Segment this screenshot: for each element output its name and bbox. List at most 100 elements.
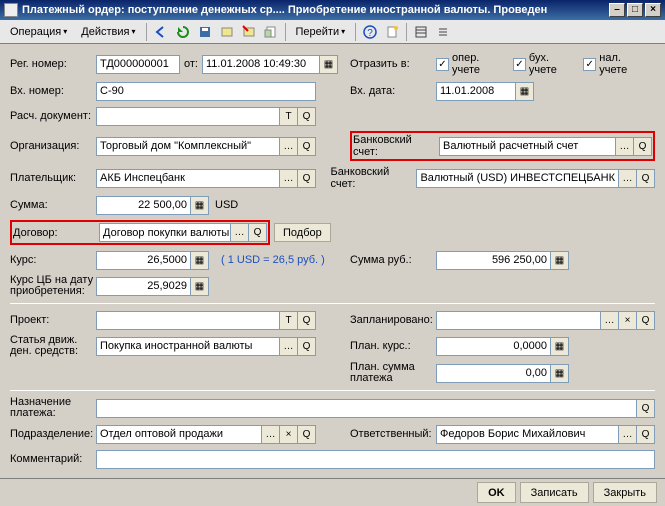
label-payer: Плательщик: — [10, 172, 96, 184]
save-icon[interactable] — [195, 22, 215, 42]
label-from: от: — [184, 58, 198, 70]
select-t-icon[interactable]: T — [280, 311, 298, 330]
field-comment[interactable] — [96, 450, 655, 469]
post2-icon[interactable] — [239, 22, 259, 42]
ellipsis-icon[interactable]: … — [280, 137, 298, 156]
field-amount[interactable]: 22 500,00 — [96, 196, 191, 215]
label-in-no: Вх. номер: — [10, 85, 96, 97]
label-responsible: Ответственный: — [350, 428, 436, 440]
field-contract[interactable]: Договор покупки валюты — [99, 223, 231, 242]
field-amount-rub[interactable]: 596 250,00 — [436, 251, 551, 270]
calc-icon[interactable]: ▦ — [551, 364, 569, 383]
search-icon[interactable]: Q — [298, 425, 316, 444]
window-title: Платежный ордер: поступление денежных ср… — [22, 4, 609, 16]
search-icon[interactable]: Q — [637, 169, 655, 188]
label-plan-rate: План. курс.: — [350, 340, 436, 352]
field-reg-date[interactable]: 11.01.2008 10:49:30 — [202, 55, 320, 74]
list-icon[interactable] — [433, 22, 453, 42]
field-rate[interactable]: 26,5000 — [96, 251, 191, 270]
search-icon[interactable]: Q — [298, 337, 316, 356]
search-icon[interactable]: Q — [298, 169, 316, 188]
search-icon[interactable]: Q — [634, 137, 652, 156]
ellipsis-icon[interactable]: … — [280, 169, 298, 188]
label-in-date: Вх. дата: — [350, 85, 436, 97]
label-rate: Курс: — [10, 254, 96, 266]
field-reg-no[interactable]: ТД000000001 — [96, 55, 180, 74]
label-plan-amount: План. сумма платежа — [350, 362, 436, 384]
ellipsis-icon[interactable]: … — [601, 311, 619, 330]
field-cash-item[interactable]: Покупка иностранной валюты — [96, 337, 280, 356]
label-cash-item: Статья движ. ден. средств: — [10, 335, 96, 357]
layout-icon[interactable] — [411, 22, 431, 42]
nav-back-icon[interactable] — [151, 22, 171, 42]
ellipsis-icon[interactable]: … — [231, 223, 249, 242]
clear-icon[interactable]: × — [280, 425, 298, 444]
search-icon[interactable]: Q — [298, 311, 316, 330]
search-icon[interactable]: Q — [298, 107, 316, 126]
basis-icon[interactable] — [261, 22, 281, 42]
field-bank-acc2[interactable]: Валютный (USD) ИНВЕСТСПЕЦБАНК — [416, 169, 619, 188]
ellipsis-icon[interactable]: … — [262, 425, 280, 444]
ellipsis-icon[interactable]: … — [619, 169, 637, 188]
calc-icon[interactable]: ▦ — [191, 196, 209, 215]
label-project: Проект: — [10, 314, 96, 326]
help-icon[interactable]: ? — [360, 22, 380, 42]
field-payer[interactable]: АКБ Инспецбанк — [96, 169, 280, 188]
ellipsis-icon[interactable]: … — [616, 137, 634, 156]
label-reg-no: Рег. номер: — [10, 58, 96, 70]
label-bank-acc2: Банковский счет: — [330, 166, 416, 190]
field-cb-rate[interactable]: 25,9029 — [96, 277, 191, 296]
ellipsis-icon[interactable]: … — [280, 337, 298, 356]
field-calc-doc[interactable] — [96, 107, 280, 126]
check-nal[interactable]: ✓ — [583, 58, 596, 71]
field-planned[interactable] — [436, 311, 601, 330]
field-bank-acc1[interactable]: Валютный расчетный счет — [439, 137, 616, 156]
field-purpose[interactable] — [96, 399, 637, 418]
calc-icon[interactable]: ▦ — [551, 251, 569, 270]
calendar-icon[interactable]: ▦ — [516, 82, 534, 101]
close-form-button[interactable]: Закрыть — [593, 482, 657, 503]
menu-goto[interactable]: Перейти▾ — [290, 24, 352, 40]
menu-actions[interactable]: Действия▾ — [75, 24, 141, 40]
wizard-icon[interactable] — [382, 22, 402, 42]
field-project[interactable] — [96, 311, 280, 330]
search-icon[interactable]: Q — [637, 311, 655, 330]
field-responsible[interactable]: Федоров Борис Михайлович — [436, 425, 619, 444]
svg-text:?: ? — [367, 28, 373, 39]
field-plan-rate[interactable]: 0,0000 — [436, 337, 551, 356]
field-in-no[interactable]: С-90 — [96, 82, 316, 101]
select-t-icon[interactable]: T — [280, 107, 298, 126]
post-icon[interactable] — [217, 22, 237, 42]
check-oper[interactable]: ✓ — [436, 58, 449, 71]
search-icon[interactable]: Q — [249, 223, 267, 242]
footer: OK Записать Закрыть — [0, 478, 665, 506]
maximize-button[interactable]: □ — [627, 3, 643, 17]
calc-icon[interactable]: ▦ — [191, 277, 209, 296]
field-org[interactable]: Торговый дом "Комплексный" — [96, 137, 280, 156]
menu-operation[interactable]: Операция▾ — [4, 24, 73, 40]
search-icon[interactable]: Q — [637, 425, 655, 444]
form-content: Рег. номер: ТД000000001 от: 11.01.2008 1… — [0, 44, 665, 482]
calendar-icon[interactable]: ▦ — [320, 55, 338, 74]
label-comment: Комментарий: — [10, 453, 96, 465]
refresh-icon[interactable] — [173, 22, 193, 42]
ellipsis-icon[interactable]: … — [619, 425, 637, 444]
field-dept[interactable]: Отдел оптовой продажи — [96, 425, 262, 444]
select-button[interactable]: Подбор — [274, 223, 331, 242]
field-plan-amount[interactable]: 0,00 — [436, 364, 551, 383]
clear-icon[interactable]: × — [619, 311, 637, 330]
label-currency: USD — [215, 199, 238, 211]
label-purpose: Назначение платежа: — [10, 397, 96, 419]
calc-icon[interactable]: ▦ — [551, 337, 569, 356]
search-icon[interactable]: Q — [298, 137, 316, 156]
minimize-button[interactable]: – — [609, 3, 625, 17]
ok-button[interactable]: OK — [477, 482, 516, 503]
search-icon[interactable]: Q — [637, 399, 655, 418]
field-in-date[interactable]: 11.01.2008 — [436, 82, 516, 101]
close-button[interactable]: × — [645, 3, 661, 17]
label-calc-doc: Расч. документ: — [10, 110, 96, 122]
save-button[interactable]: Записать — [520, 482, 589, 503]
calc-icon[interactable]: ▦ — [191, 251, 209, 270]
divider — [10, 390, 655, 391]
check-buh[interactable]: ✓ — [513, 58, 526, 71]
